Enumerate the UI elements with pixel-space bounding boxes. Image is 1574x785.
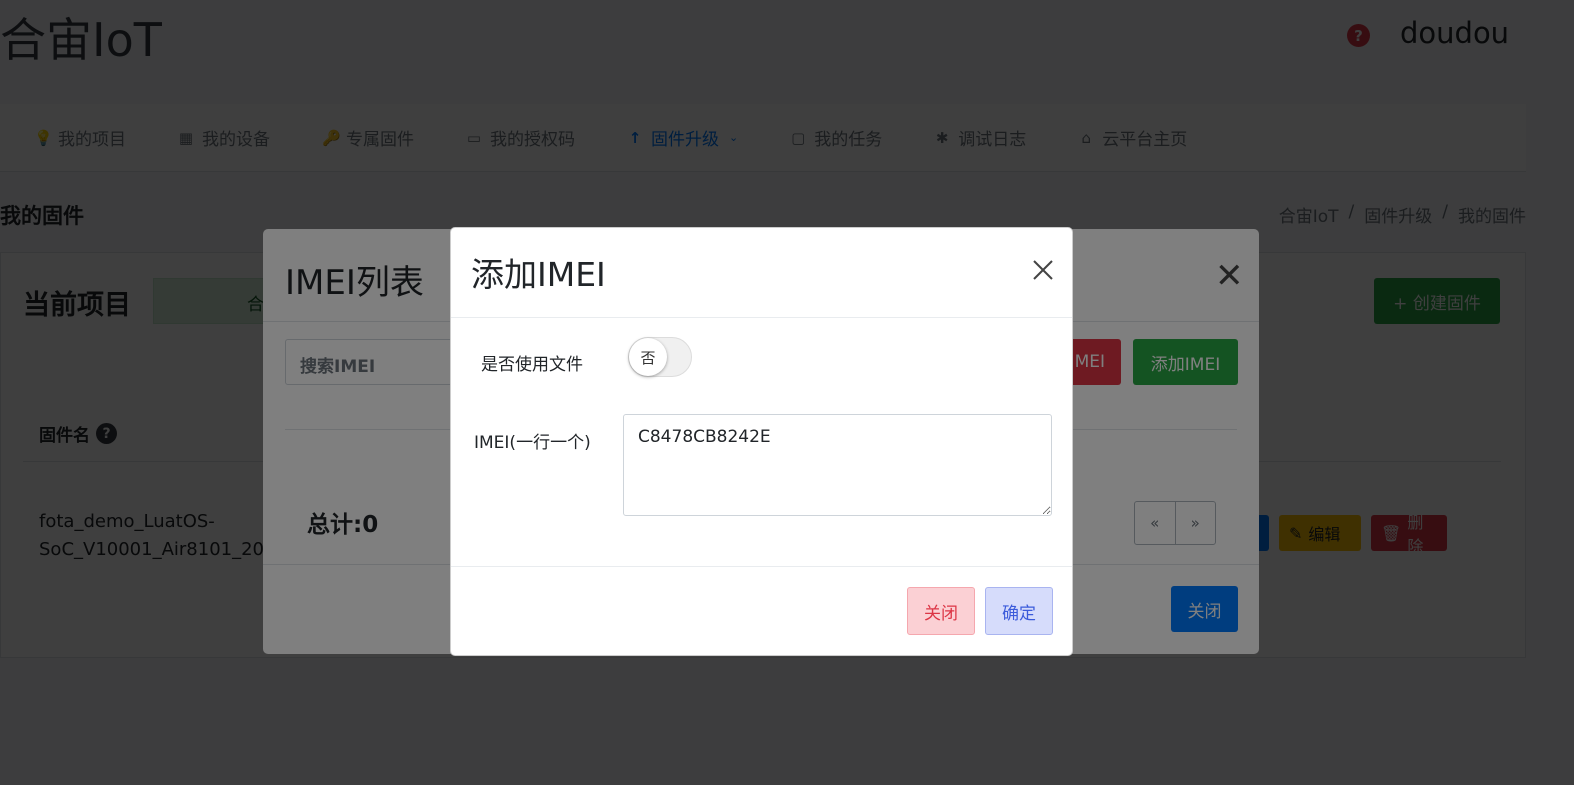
imei-textarea[interactable] [623, 414, 1052, 516]
imei-label: IMEI(一行一个) [474, 433, 591, 453]
modal-header-divider [451, 317, 1072, 318]
close-button[interactable]: 关闭 [907, 587, 975, 635]
confirm-button[interactable]: 确定 [985, 587, 1053, 635]
toggle-knob: 否 [629, 338, 667, 376]
use-file-label: 是否使用文件 [481, 355, 583, 375]
modal-footer-divider [451, 566, 1072, 567]
add-imei-modal: 添加IMEI 是否使用文件 否 IMEI(一行一个) 关闭 确定 [450, 227, 1073, 656]
modal-title: 添加IMEI [471, 255, 606, 294]
use-file-toggle[interactable]: 否 [628, 337, 692, 377]
close-icon[interactable] [1029, 256, 1057, 284]
